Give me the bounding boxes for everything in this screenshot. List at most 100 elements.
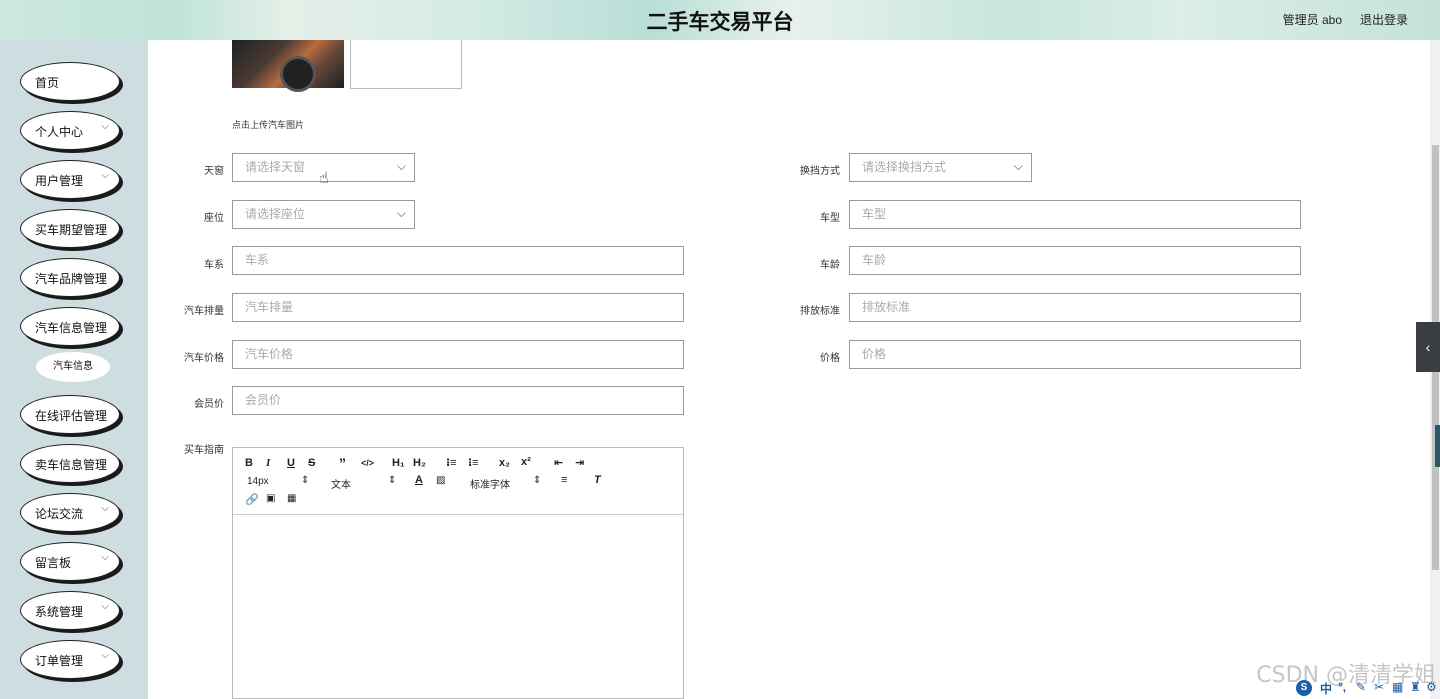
chevron-down-icon: ⌵ (396, 159, 406, 173)
header2-icon[interactable]: H₂ (413, 457, 426, 469)
page-title: 二手车交易平台 (646, 10, 794, 34)
bullet-list-icon[interactable]: ⁝≡ (468, 456, 479, 469)
emission-input[interactable]: 排放标准 (849, 293, 1301, 322)
superscript-icon[interactable]: x² (521, 456, 531, 468)
chevron-left-icon: ‹ (1425, 339, 1431, 355)
chevron-updown-icon: ⇕ (388, 475, 397, 486)
menu-item-home[interactable]: 首页 (20, 62, 120, 101)
link-icon[interactable]: 🔗 (245, 493, 259, 506)
header1-icon[interactable]: H₁ (392, 457, 405, 469)
age-input[interactable]: 车龄 (849, 246, 1301, 275)
keyboard-icon[interactable]: ▦ (1392, 680, 1403, 694)
menu-label: 订单管理 (35, 654, 84, 668)
image-upload-box[interactable] (350, 40, 462, 89)
ime-mode[interactable]: 中 (1320, 680, 1332, 697)
top-header: 二手车交易平台 管理员 abo 退出登录 (0, 0, 1440, 40)
chevron-updown-icon: ⇕ (301, 475, 310, 486)
punctuation-icon[interactable]: °, (1338, 680, 1346, 694)
car-price-label: 汽车价格 (184, 353, 224, 364)
hand-cursor-icon: ☝ (319, 170, 329, 187)
blockquote-icon[interactable]: ” (339, 455, 346, 471)
shirt-icon[interactable]: ♜ (1410, 680, 1421, 694)
displacement-label: 汽车排量 (184, 306, 224, 317)
displacement-input[interactable]: 汽车排量 (232, 293, 684, 322)
model-label: 车型 (820, 213, 840, 224)
clear-format-icon[interactable]: T (594, 474, 601, 486)
seats-select[interactable]: 请选择座位 ⌵ (232, 200, 415, 229)
menu-label: 在线评估管理 (35, 409, 108, 423)
menu-item-evaluation[interactable]: 在线评估管理 (20, 395, 120, 434)
align-icon[interactable]: ≡ (561, 474, 567, 486)
menu-item-system[interactable]: 系统管理 ⌵ (20, 591, 120, 630)
underline-icon[interactable]: U (287, 457, 295, 469)
subscript-icon[interactable]: x₂ (499, 457, 510, 469)
seats-label: 座位 (204, 213, 224, 224)
pen-icon[interactable]: ✎ (1356, 680, 1366, 694)
italic-icon[interactable]: I (266, 457, 270, 469)
car-image-thumbnail[interactable] (232, 40, 344, 92)
menu-label: 个人中心 (35, 125, 84, 139)
logout-link[interactable]: 退出登录 (1360, 11, 1408, 28)
chevron-down-icon: ⌵ (101, 503, 109, 514)
indent-icon[interactable]: ⇥ (575, 456, 584, 469)
menu-item-orders[interactable]: 订单管理 ⌵ (20, 640, 120, 679)
menu-item-profile[interactable]: 个人中心 ⌵ (20, 111, 120, 150)
current-user: 管理员 abo (1282, 13, 1342, 27)
text-type-select[interactable]: 文本 (331, 476, 351, 491)
side-panel-handle[interactable] (1435, 425, 1440, 467)
menu-item-users[interactable]: 用户管理 ⌵ (20, 160, 120, 199)
background-color-icon[interactable]: ▨ (436, 475, 445, 486)
scissors-icon[interactable]: ✂ (1374, 680, 1384, 694)
car-price-input[interactable]: 汽车价格 (232, 340, 684, 369)
toolbox-icon[interactable]: ⚙ (1426, 680, 1437, 694)
menu-item-sell-info[interactable]: 卖车信息管理 (20, 444, 120, 483)
sidebar: 首页 个人中心 ⌵ 用户管理 ⌵ 买车期望管理 汽车品牌管理 汽车信息管理 汽车… (0, 40, 148, 699)
age-label: 车龄 (820, 260, 840, 271)
transmission-select[interactable]: 请选择换挡方式 ⌵ (849, 153, 1032, 182)
rich-text-editor[interactable]: B I U S ” </> H₁ H₂ ⁝≡ ⁝≡ x₂ x² ⇤ ⇥ 14px… (232, 447, 684, 699)
series-label: 车系 (204, 260, 224, 271)
video-icon[interactable]: ▦ (287, 493, 296, 504)
font-color-icon[interactable]: A (415, 474, 423, 486)
chevron-down-icon: ⌵ (101, 601, 109, 612)
outdent-icon[interactable]: ⇤ (554, 456, 563, 469)
car-wheel-graphic (280, 56, 316, 92)
bold-icon[interactable]: B (245, 457, 253, 469)
font-family-select[interactable]: 标准字体 (470, 476, 510, 491)
price-label: 价格 (820, 353, 840, 364)
menu-label: 系统管理 (35, 605, 84, 619)
price-input[interactable]: 价格 (849, 340, 1301, 369)
code-icon[interactable]: </> (361, 458, 374, 468)
series-input[interactable]: 车系 (232, 246, 684, 275)
chevron-down-icon: ⌵ (101, 170, 109, 181)
menu-item-car-info[interactable]: 汽车信息管理 (20, 307, 120, 346)
menu-item-forum[interactable]: 论坛交流 ⌵ (20, 493, 120, 532)
emission-label: 排放标准 (800, 306, 840, 317)
ordered-list-icon[interactable]: ⁝≡ (446, 456, 457, 469)
menu-item-brand[interactable]: 汽车品牌管理 (20, 258, 120, 297)
menu-label: 用户管理 (35, 174, 84, 188)
menu-item-purchase-expectation[interactable]: 买车期望管理 (20, 209, 120, 248)
upload-hint: 点击上传汽车图片 (232, 120, 305, 130)
menu-label: 汽车品牌管理 (35, 272, 108, 286)
menu-label: 论坛交流 (35, 507, 84, 521)
sunroof-placeholder: 请选择天窗 (245, 160, 306, 174)
menu-label: 留言板 (35, 556, 72, 570)
model-input[interactable]: 车型 (849, 200, 1301, 229)
seats-placeholder: 请选择座位 (245, 207, 306, 221)
transmission-placeholder: 请选择换挡方式 (862, 160, 947, 174)
font-size-select[interactable]: 14px (247, 476, 269, 487)
image-icon[interactable]: ▣ (266, 493, 275, 504)
chevron-down-icon: ⌵ (396, 206, 406, 220)
menu-item-message-board[interactable]: 留言板 ⌵ (20, 542, 120, 581)
menu-label: 首页 (35, 76, 60, 90)
submenu-car-info[interactable]: 汽车信息 (36, 352, 110, 382)
strike-icon[interactable]: S (308, 457, 315, 469)
ime-logo-icon: S (1296, 680, 1312, 696)
collapse-panel-button[interactable]: ‹ (1416, 322, 1440, 372)
editor-toolbar: B I U S ” </> H₁ H₂ ⁝≡ ⁝≡ x₂ x² ⇤ ⇥ 14px… (233, 448, 683, 515)
ime-toolbar[interactable]: S 中 °, ✎ ✂ ▦ ♜ ⚙ (1294, 677, 1440, 699)
chevron-down-icon: ⌵ (101, 650, 109, 661)
member-price-input[interactable]: 会员价 (232, 386, 684, 415)
transmission-label: 换挡方式 (800, 166, 840, 177)
